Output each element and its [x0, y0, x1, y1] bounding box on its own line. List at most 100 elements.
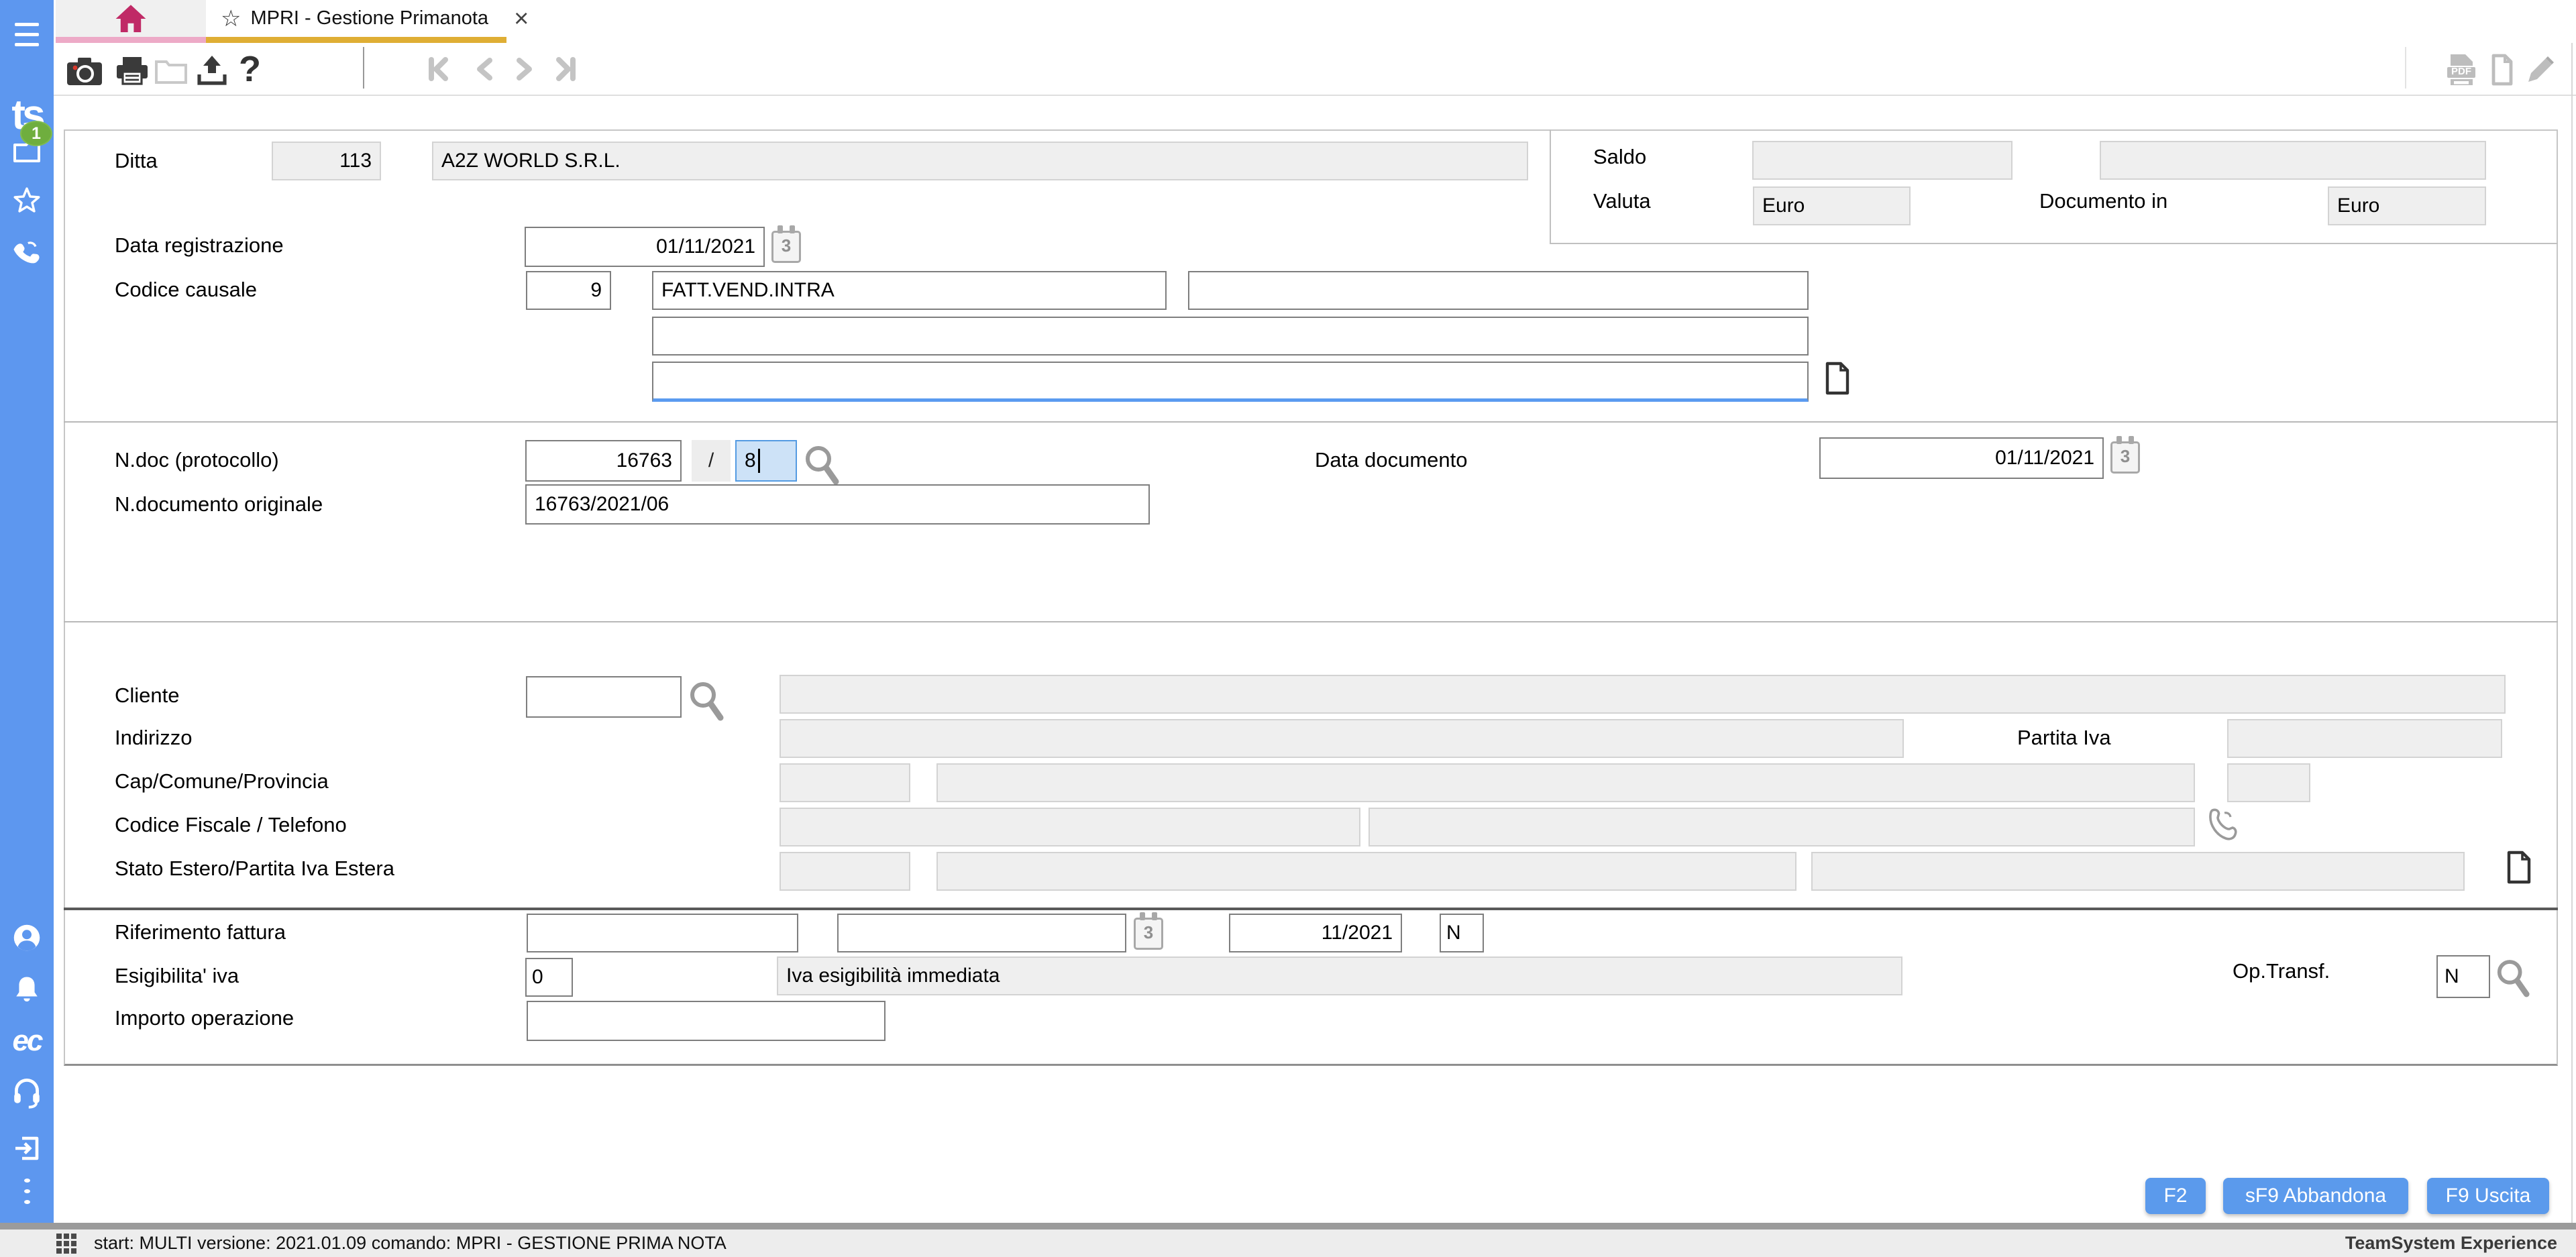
export-pdf-button[interactable]: PDF [2445, 52, 2477, 87]
cliente-name-field [780, 675, 2506, 714]
open-folder-button[interactable] [154, 57, 188, 85]
codice-fiscale-field [780, 808, 1360, 846]
data-documento-field[interactable]: 01/11/2021 [1819, 437, 2104, 479]
ditta-name-field: A2Z WORLD S.R.L. [432, 142, 1528, 180]
section-divider-3 [64, 908, 2558, 910]
saldo-dare-field [1752, 141, 2012, 180]
ndoc-originale-field[interactable]: 16763/2021/06 [525, 484, 1150, 525]
sidebar: ts 1 ec [0, 0, 54, 1223]
provincia-field [2227, 763, 2310, 802]
favorite-star-icon[interactable]: ☆ [221, 5, 241, 32]
sidebar-item-documents[interactable]: 1 [0, 131, 54, 172]
tab-close-icon[interactable]: × [514, 6, 529, 32]
abbandona-button[interactable]: sF9 Abbandona [2223, 1178, 2408, 1214]
cliente-search-button[interactable] [688, 680, 724, 723]
importo-operazione-field[interactable] [527, 1001, 885, 1041]
cliente-code-field[interactable] [526, 676, 682, 718]
tab-home[interactable] [56, 0, 206, 37]
tab-active[interactable]: ☆ MPRI - Gestione Primanota × [206, 0, 506, 37]
codice-causale-label: Codice causale [115, 277, 257, 303]
rif-flag-field[interactable]: N [1440, 914, 1484, 952]
data-registrazione-label: Data registrazione [115, 233, 284, 258]
saldo-box-divider-v [1550, 129, 1551, 244]
magnifier-icon [688, 680, 724, 723]
pencil-icon [2524, 52, 2555, 86]
note-attachment-button[interactable] [1823, 362, 1851, 395]
cap-comune-label: Cap/Comune/Provincia [115, 769, 329, 794]
call-contact-button[interactable] [2206, 806, 2238, 842]
print-button[interactable] [115, 56, 150, 87]
saldo-box-divider-h [1550, 243, 2558, 244]
more-options-icon[interactable] [0, 1175, 54, 1207]
toolbar: ? PDF [54, 43, 2576, 96]
folder-outline-icon [154, 57, 188, 85]
help-button[interactable]: ? [239, 51, 261, 87]
ndoc-number-field[interactable]: 16763 [525, 440, 682, 482]
nav-first-button[interactable] [427, 56, 449, 82]
causale-code-field[interactable]: 9 [526, 271, 611, 310]
stato-estero-label: Stato Estero/Partita Iva Estera [115, 856, 394, 881]
screenshot-button[interactable] [66, 56, 103, 87]
causale-note1-field[interactable] [652, 317, 1809, 356]
sidebar-item-notifications[interactable] [0, 974, 54, 1005]
esigibilita-label: Esigibilita' iva [115, 963, 239, 989]
ndoc-suffix-field[interactable]: 8 [735, 440, 797, 482]
edit-button[interactable] [2524, 52, 2555, 86]
sidebar-item-support[interactable] [0, 1076, 54, 1111]
esigibilita-code-field[interactable]: 0 [525, 958, 573, 997]
person-icon [13, 924, 41, 952]
f2-button[interactable]: F2 [2145, 1178, 2206, 1214]
sidebar-item-account[interactable] [0, 922, 54, 954]
sidebar-item-calls[interactable] [0, 236, 54, 268]
rif-periodo-field[interactable]: 11/2021 [1229, 914, 1402, 952]
notification-badge: 1 [20, 121, 52, 146]
estero-attachment-button[interactable] [2505, 851, 2533, 884]
causale-extra-field[interactable] [1188, 271, 1809, 310]
tab-title: MPRI - Gestione Primanota [250, 7, 488, 30]
calendar-picker-icon-2[interactable]: 3 [2110, 441, 2140, 474]
causale-desc-field[interactable]: FATT.VEND.INTRA [652, 271, 1167, 310]
ditta-code-field: 113 [272, 142, 381, 180]
sidebar-item-favorites[interactable] [0, 185, 54, 215]
indirizzo-field [780, 719, 1904, 758]
window-right-edge [2571, 43, 2573, 1223]
partita-iva-field [2227, 719, 2502, 758]
sidebar-item-logout[interactable] [0, 1134, 54, 1163]
app-window: ts 1 ec [0, 0, 2576, 1257]
document-icon [1823, 362, 1851, 395]
export-button[interactable] [195, 54, 229, 87]
indirizzo-label: Indirizzo [115, 725, 192, 751]
valuta-field: Euro [1753, 186, 1911, 225]
data-registrazione-field[interactable]: 01/11/2021 [525, 227, 765, 267]
upload-icon [195, 54, 229, 87]
uscita-button[interactable]: F9 Uscita [2427, 1178, 2549, 1214]
grid-menu-icon[interactable] [56, 1234, 76, 1254]
documento-in-label: Documento in [2039, 188, 2167, 214]
comune-field [936, 763, 2195, 802]
rif-numero-field[interactable] [527, 914, 798, 952]
op-transf-search-button[interactable] [2496, 958, 2530, 999]
partita-iva-label: Partita Iva [2017, 725, 2111, 751]
sidebar-item-ec[interactable]: ec [0, 1025, 54, 1057]
nav-next-button[interactable] [516, 58, 533, 80]
causale-note2-field[interactable] [652, 362, 1809, 402]
rif-data-field[interactable] [837, 914, 1126, 952]
op-transf-field[interactable]: N [2436, 955, 2490, 998]
documento-in-field: Euro [2328, 186, 2486, 225]
statusbar-brand: TeamSystem Experience [2345, 1233, 2557, 1254]
tab-bar: ☆ MPRI - Gestione Primanota × [54, 0, 2576, 43]
nav-last-button[interactable] [555, 56, 577, 82]
new-document-button[interactable] [2491, 54, 2514, 86]
blank-page-icon [2491, 54, 2514, 86]
nav-prev-button[interactable] [476, 58, 493, 80]
ndoc-originale-label: N.documento originale [115, 492, 323, 517]
statusbar: start: MULTI versione: 2021.01.09 comand… [0, 1229, 2576, 1257]
menu-hamburger-icon[interactable] [0, 19, 54, 50]
pdf-icon-label: PDF [2445, 66, 2477, 77]
cf-telefono-label: Codice Fiscale / Telefono [115, 812, 347, 838]
calendar-picker-icon-3[interactable]: 3 [1134, 918, 1163, 950]
stato-estero-code-field [780, 852, 910, 891]
calendar-picker-icon[interactable]: 3 [771, 231, 801, 263]
riferimento-fattura-label: Riferimento fattura [115, 920, 286, 945]
ndoc-search-button[interactable] [804, 444, 840, 487]
